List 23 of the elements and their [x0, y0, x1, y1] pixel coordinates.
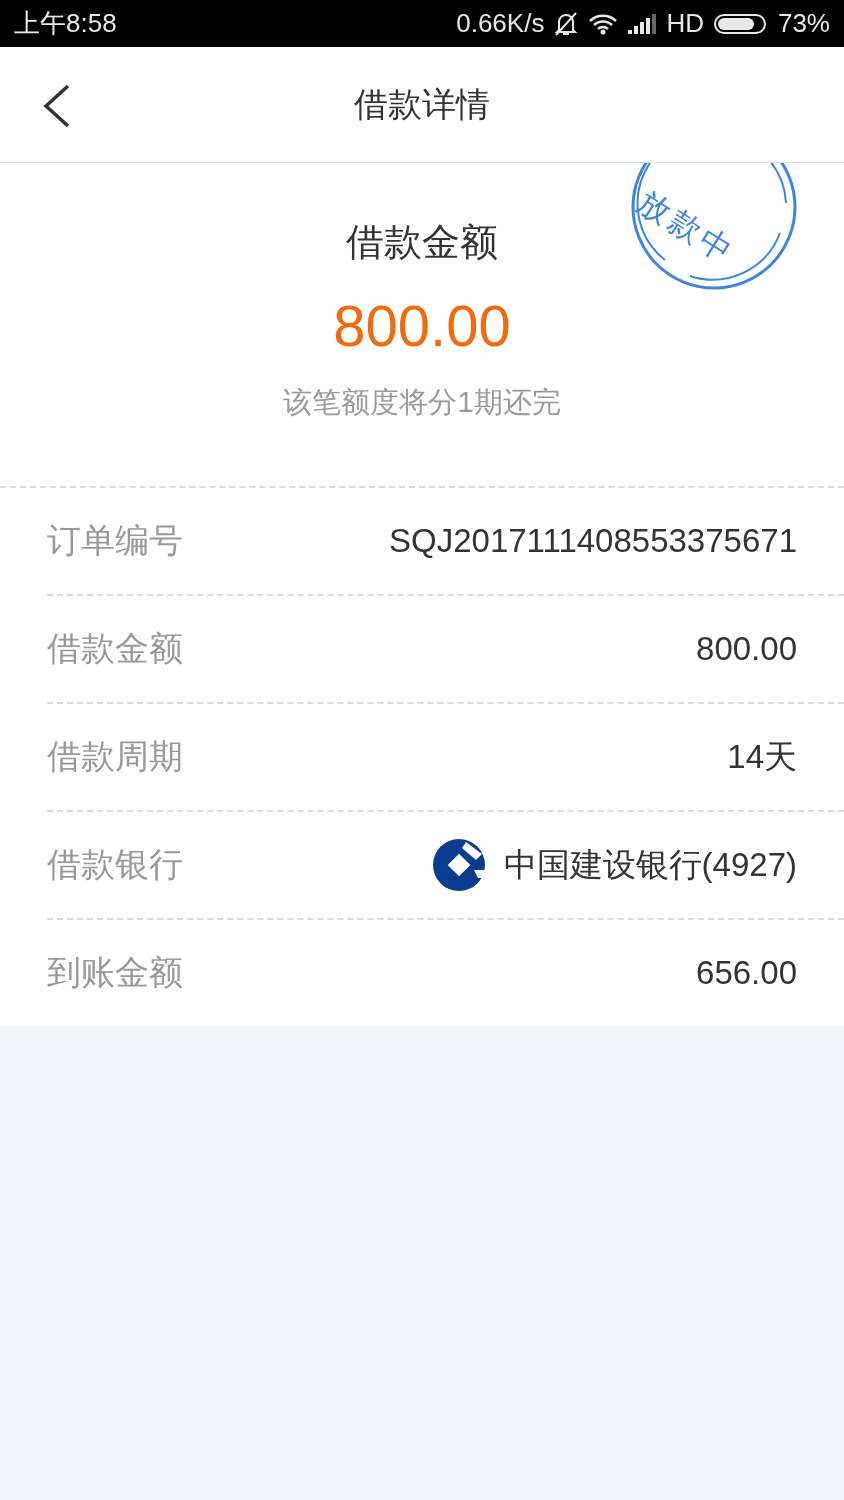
- row-value: 656.00: [696, 954, 797, 992]
- row-label: 借款银行: [47, 844, 184, 885]
- bell-off-icon: [554, 10, 579, 37]
- signal-icon: [628, 13, 657, 34]
- page-title: 借款详情: [354, 83, 490, 125]
- status-time: 上午8:58: [14, 7, 117, 40]
- row-label: 订单编号: [47, 520, 184, 561]
- loan-amount: 800.00: [333, 292, 511, 359]
- row-label: 借款金额: [47, 628, 184, 669]
- row-value: 中国建设银行(4927): [503, 844, 797, 885]
- battery-icon: [713, 12, 768, 35]
- row-value: 14天: [727, 736, 797, 777]
- repayment-note: 该笔额度将分1期还完: [283, 385, 561, 420]
- row-label: 借款周期: [47, 736, 184, 777]
- amount-label: 借款金额: [346, 220, 498, 265]
- row-value: SQJ2017111408553375671: [389, 522, 797, 560]
- row-label: 到账金额: [47, 952, 184, 993]
- battery-level: 73%: [777, 8, 830, 39]
- network-speed: 0.66K/s: [456, 8, 545, 39]
- network-type: HD: [666, 8, 704, 39]
- bank-logo-icon: [431, 838, 486, 892]
- wifi-icon: [588, 12, 619, 35]
- row-value: 800.00: [696, 630, 797, 668]
